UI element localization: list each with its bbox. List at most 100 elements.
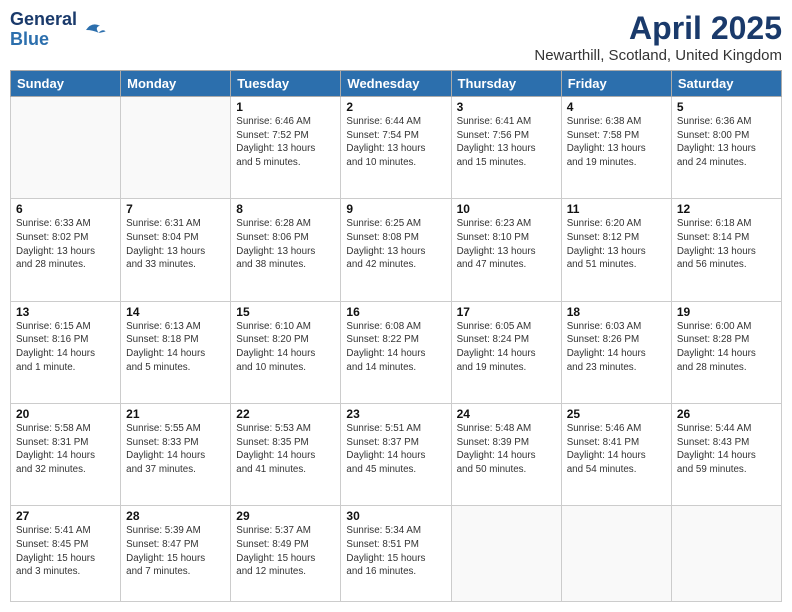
day-cell: 25Sunrise: 5:46 AM Sunset: 8:41 PM Dayli… bbox=[561, 403, 671, 505]
col-friday: Friday bbox=[561, 71, 671, 97]
day-info: Sunrise: 5:37 AM Sunset: 8:49 PM Dayligh… bbox=[236, 524, 335, 579]
day-number: 1 bbox=[236, 100, 335, 114]
day-cell: 16Sunrise: 6:08 AM Sunset: 8:22 PM Dayli… bbox=[341, 301, 451, 403]
logo: General Blue bbox=[10, 10, 107, 50]
day-info: Sunrise: 6:25 AM Sunset: 8:08 PM Dayligh… bbox=[346, 217, 445, 272]
calendar-title: April 2025 bbox=[534, 10, 782, 47]
day-number: 2 bbox=[346, 100, 445, 114]
day-info: Sunrise: 5:48 AM Sunset: 8:39 PM Dayligh… bbox=[457, 422, 556, 477]
day-number: 24 bbox=[457, 407, 556, 421]
col-sunday: Sunday bbox=[11, 71, 121, 97]
day-number: 3 bbox=[457, 100, 556, 114]
day-number: 9 bbox=[346, 202, 445, 216]
day-number: 27 bbox=[16, 509, 115, 523]
day-info: Sunrise: 5:44 AM Sunset: 8:43 PM Dayligh… bbox=[677, 422, 776, 477]
day-cell: 14Sunrise: 6:13 AM Sunset: 8:18 PM Dayli… bbox=[121, 301, 231, 403]
day-cell bbox=[11, 97, 121, 199]
day-number: 18 bbox=[567, 305, 666, 319]
day-number: 4 bbox=[567, 100, 666, 114]
day-cell: 13Sunrise: 6:15 AM Sunset: 8:16 PM Dayli… bbox=[11, 301, 121, 403]
day-number: 25 bbox=[567, 407, 666, 421]
day-info: Sunrise: 5:58 AM Sunset: 8:31 PM Dayligh… bbox=[16, 422, 115, 477]
logo-bird-icon bbox=[79, 16, 107, 44]
day-cell: 21Sunrise: 5:55 AM Sunset: 8:33 PM Dayli… bbox=[121, 403, 231, 505]
day-cell: 3Sunrise: 6:41 AM Sunset: 7:56 PM Daylig… bbox=[451, 97, 561, 199]
day-cell: 11Sunrise: 6:20 AM Sunset: 8:12 PM Dayli… bbox=[561, 199, 671, 301]
day-cell: 29Sunrise: 5:37 AM Sunset: 8:49 PM Dayli… bbox=[231, 506, 341, 602]
day-info: Sunrise: 5:46 AM Sunset: 8:41 PM Dayligh… bbox=[567, 422, 666, 477]
col-wednesday: Wednesday bbox=[341, 71, 451, 97]
day-info: Sunrise: 6:31 AM Sunset: 8:04 PM Dayligh… bbox=[126, 217, 225, 272]
day-cell: 18Sunrise: 6:03 AM Sunset: 8:26 PM Dayli… bbox=[561, 301, 671, 403]
day-info: Sunrise: 5:53 AM Sunset: 8:35 PM Dayligh… bbox=[236, 422, 335, 477]
week-row-2: 6Sunrise: 6:33 AM Sunset: 8:02 PM Daylig… bbox=[11, 199, 782, 301]
logo-line2: Blue bbox=[10, 30, 77, 50]
day-number: 22 bbox=[236, 407, 335, 421]
day-number: 12 bbox=[677, 202, 776, 216]
day-info: Sunrise: 5:34 AM Sunset: 8:51 PM Dayligh… bbox=[346, 524, 445, 579]
day-info: Sunrise: 6:36 AM Sunset: 8:00 PM Dayligh… bbox=[677, 115, 776, 170]
day-info: Sunrise: 5:55 AM Sunset: 8:33 PM Dayligh… bbox=[126, 422, 225, 477]
day-cell: 15Sunrise: 6:10 AM Sunset: 8:20 PM Dayli… bbox=[231, 301, 341, 403]
day-cell: 19Sunrise: 6:00 AM Sunset: 8:28 PM Dayli… bbox=[671, 301, 781, 403]
week-row-4: 20Sunrise: 5:58 AM Sunset: 8:31 PM Dayli… bbox=[11, 403, 782, 505]
day-number: 26 bbox=[677, 407, 776, 421]
day-number: 13 bbox=[16, 305, 115, 319]
day-cell: 24Sunrise: 5:48 AM Sunset: 8:39 PM Dayli… bbox=[451, 403, 561, 505]
day-cell: 4Sunrise: 6:38 AM Sunset: 7:58 PM Daylig… bbox=[561, 97, 671, 199]
day-cell: 12Sunrise: 6:18 AM Sunset: 8:14 PM Dayli… bbox=[671, 199, 781, 301]
day-cell: 8Sunrise: 6:28 AM Sunset: 8:06 PM Daylig… bbox=[231, 199, 341, 301]
day-info: Sunrise: 6:03 AM Sunset: 8:26 PM Dayligh… bbox=[567, 320, 666, 375]
day-info: Sunrise: 6:08 AM Sunset: 8:22 PM Dayligh… bbox=[346, 320, 445, 375]
day-number: 29 bbox=[236, 509, 335, 523]
day-info: Sunrise: 6:15 AM Sunset: 8:16 PM Dayligh… bbox=[16, 320, 115, 375]
day-info: Sunrise: 6:44 AM Sunset: 7:54 PM Dayligh… bbox=[346, 115, 445, 170]
col-thursday: Thursday bbox=[451, 71, 561, 97]
day-cell: 9Sunrise: 6:25 AM Sunset: 8:08 PM Daylig… bbox=[341, 199, 451, 301]
day-cell: 2Sunrise: 6:44 AM Sunset: 7:54 PM Daylig… bbox=[341, 97, 451, 199]
col-saturday: Saturday bbox=[671, 71, 781, 97]
day-cell: 1Sunrise: 6:46 AM Sunset: 7:52 PM Daylig… bbox=[231, 97, 341, 199]
day-info: Sunrise: 6:41 AM Sunset: 7:56 PM Dayligh… bbox=[457, 115, 556, 170]
page: General Blue April 2025 Newarthill, Scot… bbox=[0, 0, 792, 612]
day-number: 30 bbox=[346, 509, 445, 523]
day-number: 5 bbox=[677, 100, 776, 114]
day-number: 19 bbox=[677, 305, 776, 319]
day-cell: 22Sunrise: 5:53 AM Sunset: 8:35 PM Dayli… bbox=[231, 403, 341, 505]
day-cell: 7Sunrise: 6:31 AM Sunset: 8:04 PM Daylig… bbox=[121, 199, 231, 301]
title-area: April 2025 Newarthill, Scotland, United … bbox=[534, 10, 782, 64]
day-number: 20 bbox=[16, 407, 115, 421]
week-row-5: 27Sunrise: 5:41 AM Sunset: 8:45 PM Dayli… bbox=[11, 506, 782, 602]
day-number: 14 bbox=[126, 305, 225, 319]
day-number: 21 bbox=[126, 407, 225, 421]
day-cell bbox=[451, 506, 561, 602]
day-info: Sunrise: 6:28 AM Sunset: 8:06 PM Dayligh… bbox=[236, 217, 335, 272]
calendar-subtitle: Newarthill, Scotland, United Kingdom bbox=[534, 47, 782, 64]
day-number: 7 bbox=[126, 202, 225, 216]
day-info: Sunrise: 6:23 AM Sunset: 8:10 PM Dayligh… bbox=[457, 217, 556, 272]
day-info: Sunrise: 6:13 AM Sunset: 8:18 PM Dayligh… bbox=[126, 320, 225, 375]
week-row-1: 1Sunrise: 6:46 AM Sunset: 7:52 PM Daylig… bbox=[11, 97, 782, 199]
day-number: 6 bbox=[16, 202, 115, 216]
day-cell bbox=[671, 506, 781, 602]
calendar-table: Sunday Monday Tuesday Wednesday Thursday… bbox=[10, 70, 782, 602]
col-monday: Monday bbox=[121, 71, 231, 97]
day-info: Sunrise: 6:46 AM Sunset: 7:52 PM Dayligh… bbox=[236, 115, 335, 170]
day-number: 28 bbox=[126, 509, 225, 523]
logo-line1: General bbox=[10, 10, 77, 30]
day-number: 16 bbox=[346, 305, 445, 319]
day-info: Sunrise: 6:38 AM Sunset: 7:58 PM Dayligh… bbox=[567, 115, 666, 170]
week-row-3: 13Sunrise: 6:15 AM Sunset: 8:16 PM Dayli… bbox=[11, 301, 782, 403]
day-cell: 10Sunrise: 6:23 AM Sunset: 8:10 PM Dayli… bbox=[451, 199, 561, 301]
day-cell: 6Sunrise: 6:33 AM Sunset: 8:02 PM Daylig… bbox=[11, 199, 121, 301]
day-cell: 5Sunrise: 6:36 AM Sunset: 8:00 PM Daylig… bbox=[671, 97, 781, 199]
logo-text: General Blue bbox=[10, 10, 77, 50]
day-cell: 20Sunrise: 5:58 AM Sunset: 8:31 PM Dayli… bbox=[11, 403, 121, 505]
day-info: Sunrise: 6:00 AM Sunset: 8:28 PM Dayligh… bbox=[677, 320, 776, 375]
day-info: Sunrise: 5:39 AM Sunset: 8:47 PM Dayligh… bbox=[126, 524, 225, 579]
calendar-header-row: Sunday Monday Tuesday Wednesday Thursday… bbox=[11, 71, 782, 97]
day-cell: 28Sunrise: 5:39 AM Sunset: 8:47 PM Dayli… bbox=[121, 506, 231, 602]
day-cell: 26Sunrise: 5:44 AM Sunset: 8:43 PM Dayli… bbox=[671, 403, 781, 505]
day-number: 10 bbox=[457, 202, 556, 216]
day-number: 11 bbox=[567, 202, 666, 216]
